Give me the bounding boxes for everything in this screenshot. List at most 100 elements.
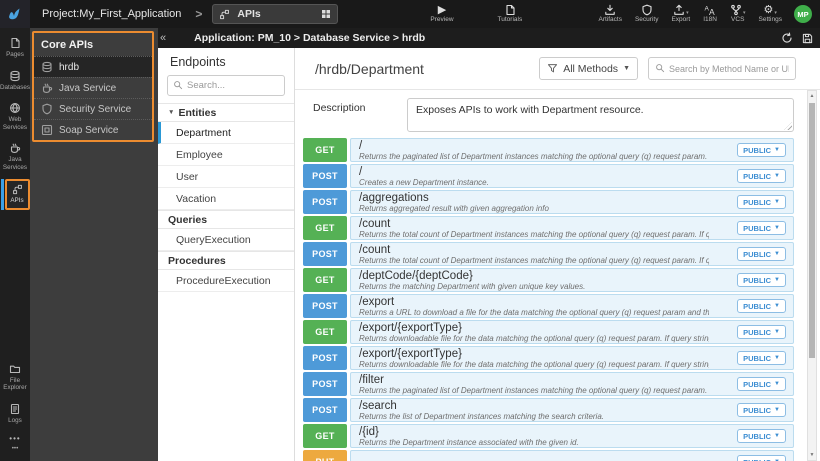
visibility-dropdown[interactable]: PUBLIC▼ [737, 403, 786, 417]
method-badge: GET [303, 268, 347, 292]
sidebar-bottom-group: File Explorer Logs ••• ••• [0, 360, 30, 461]
caret-down-icon: ▼ [774, 277, 780, 283]
main-panel: /hrdb/Department All Methods ▼ Descripti… [295, 48, 820, 461]
core-api-security-service[interactable]: Security Service [34, 98, 152, 119]
visibility-dropdown[interactable]: PUBLIC▼ [737, 143, 786, 157]
endpoint-item-queryexecution[interactable]: QueryExecution [158, 229, 294, 251]
visibility-dropdown[interactable]: PUBLIC▼ [737, 273, 786, 287]
export-button[interactable]: ▾ Export [671, 4, 690, 24]
endpoint-path: / [359, 166, 363, 178]
endpoint-item-department[interactable]: Department [158, 122, 294, 144]
endpoint-item-employee[interactable]: Employee [158, 144, 294, 166]
api-row[interactable]: POST/aggregations Returns aggregated resu… [303, 190, 794, 214]
api-row[interactable]: POST/export Returns a URL to download a f… [303, 294, 794, 318]
core-api-hrdb[interactable]: hrdb [34, 56, 152, 77]
api-row[interactable]: POST/export/{exportType} Returns download… [303, 346, 794, 370]
visibility-dropdown[interactable]: PUBLIC▼ [737, 325, 786, 339]
sidebar-item-databases[interactable]: Databases [0, 67, 30, 95]
endpoint-path: /count [359, 244, 391, 256]
avatar[interactable]: MP [794, 5, 812, 23]
api-row[interactable]: POST / Creates a new Department instance. P… [303, 164, 794, 188]
visibility-dropdown[interactable]: PUBLIC▼ [737, 299, 786, 313]
sidebar-item-logs[interactable]: Logs [0, 400, 30, 428]
api-row[interactable]: GET /{id} Returns the Department instance … [303, 424, 794, 448]
security-button[interactable]: Security [635, 4, 658, 24]
description-label: Description [313, 102, 366, 114]
collapse-panel-icon[interactable]: « [160, 32, 166, 44]
section-header-queries[interactable]: Queries [158, 210, 294, 229]
sidebar-item-pages[interactable]: Pages [0, 34, 30, 62]
visibility-dropdown[interactable]: PUBLIC▼ [737, 429, 786, 443]
sidebar-item-web-services[interactable]: Web Services [0, 99, 30, 134]
method-search-input[interactable] [669, 63, 789, 74]
scroll-up-arrow[interactable]: ▲ [808, 91, 816, 101]
search-icon [655, 60, 665, 78]
visibility-dropdown[interactable]: PUBLIC▼ [737, 377, 786, 391]
core-api-java-service[interactable]: Java Service [34, 77, 152, 98]
api-row[interactable]: PUT PUBLIC▼ [303, 450, 794, 461]
sidebar-item-apis[interactable]: APIs [0, 179, 30, 210]
vcs-button[interactable]: ▾ VCS [730, 4, 746, 24]
breadcrumb: Application: PM_10 > Database Service > … [194, 32, 426, 44]
svg-text:A: A [709, 7, 715, 16]
i18n-button[interactable]: A A I18N [703, 4, 717, 24]
core-apis-panel: Core APIs hrdb Java Service Security Servi… [30, 28, 158, 461]
endpoints-search[interactable] [167, 75, 285, 96]
visibility-dropdown[interactable]: PUBLIC▼ [737, 195, 786, 209]
endpoint-item-user[interactable]: User [158, 166, 294, 188]
vertical-scrollbar[interactable]: ▲ ▼ [807, 90, 817, 461]
api-row[interactable]: POST/filter Returns the paginated list of… [303, 372, 794, 396]
sidebar-item-file-explorer[interactable]: File Explorer [0, 360, 30, 395]
caret-down-icon: ▼ [774, 199, 780, 205]
api-row[interactable]: GET/count Returns the total count of Depa… [303, 216, 794, 240]
endpoint-item-procedureexecution[interactable]: ProcedureExecution [158, 270, 294, 292]
artifacts-button[interactable]: Artifacts [598, 4, 622, 24]
document-icon [504, 4, 516, 16]
endpoints-search-input[interactable] [187, 80, 272, 91]
coffee-icon [41, 82, 53, 94]
endpoint-path: /export [359, 296, 395, 308]
method-badge: GET [303, 216, 347, 240]
core-apis-highlight-box: Core APIs hrdb Java Service Security Servi… [32, 31, 154, 142]
sidebar-item-[interactable]: ••• ••• [0, 432, 30, 456]
api-row[interactable]: GET/export/{exportType} Returns downloada… [303, 320, 794, 344]
workspace-dropdown[interactable]: APIs [212, 4, 339, 24]
tutorials-button[interactable]: Tutorials [498, 4, 522, 24]
endpoint-path: /filter [359, 374, 384, 386]
translate-icon: AA [704, 4, 716, 17]
visibility-dropdown[interactable]: PUBLIC▼ [737, 455, 786, 461]
caret-down-icon: ▼ [774, 381, 780, 387]
description-input[interactable] [407, 98, 794, 132]
method-badge: POST [303, 372, 347, 396]
sidebar-top-group: Pages Databases Web Services Java Services A… [0, 34, 30, 210]
settings-button[interactable]: ⚙ ▾ Settings [759, 4, 783, 24]
refresh-icon[interactable] [781, 32, 793, 44]
section-header-entities[interactable]: ▼ Entities [158, 103, 294, 122]
scrollbar-thumb[interactable] [809, 103, 815, 358]
api-row[interactable]: GET/deptCode/{deptCode} Returns the match… [303, 268, 794, 292]
sidebar-item-java-services[interactable]: Java Services [0, 139, 30, 174]
visibility-dropdown[interactable]: PUBLIC▼ [737, 247, 786, 261]
method-search[interactable] [648, 57, 796, 80]
api-row[interactable]: GET / Returns the paginated list of Depart… [303, 138, 794, 162]
shield-icon [41, 103, 53, 115]
visibility-dropdown[interactable]: PUBLIC▼ [737, 351, 786, 365]
log-icon [9, 403, 21, 415]
endpoint-path: /{id} [359, 426, 379, 438]
visibility-dropdown[interactable]: PUBLIC▼ [737, 221, 786, 235]
wavemaker-logo-icon[interactable] [0, 0, 30, 28]
api-row[interactable]: POST/count Returns the total count of Dep… [303, 242, 794, 266]
visibility-dropdown[interactable]: PUBLIC▼ [737, 169, 786, 183]
endpoints-panel: Endpoints ▼EntitiesDepartmentEmployeeUse… [158, 48, 295, 461]
caret-down-icon: ▼ [774, 355, 780, 361]
scroll-down-arrow[interactable]: ▼ [808, 450, 816, 460]
methods-filter-dropdown[interactable]: All Methods ▼ [539, 57, 638, 80]
api-row[interactable]: POST/search Returns the list of Departmen… [303, 398, 794, 422]
save-icon[interactable] [802, 33, 813, 44]
endpoint-description: Returns the total count of Department in… [359, 230, 709, 239]
endpoint-item-vacation[interactable]: Vacation [158, 188, 294, 210]
core-api-soap-service[interactable]: Soap Service [34, 119, 152, 140]
topbar-tools: Artifacts Security ▾ Export A A I18N ▾ VCS ⚙ ▾ Sett… [598, 4, 782, 24]
preview-button[interactable]: ▶ Preview [430, 4, 453, 24]
section-header-procedures[interactable]: Procedures [158, 251, 294, 270]
